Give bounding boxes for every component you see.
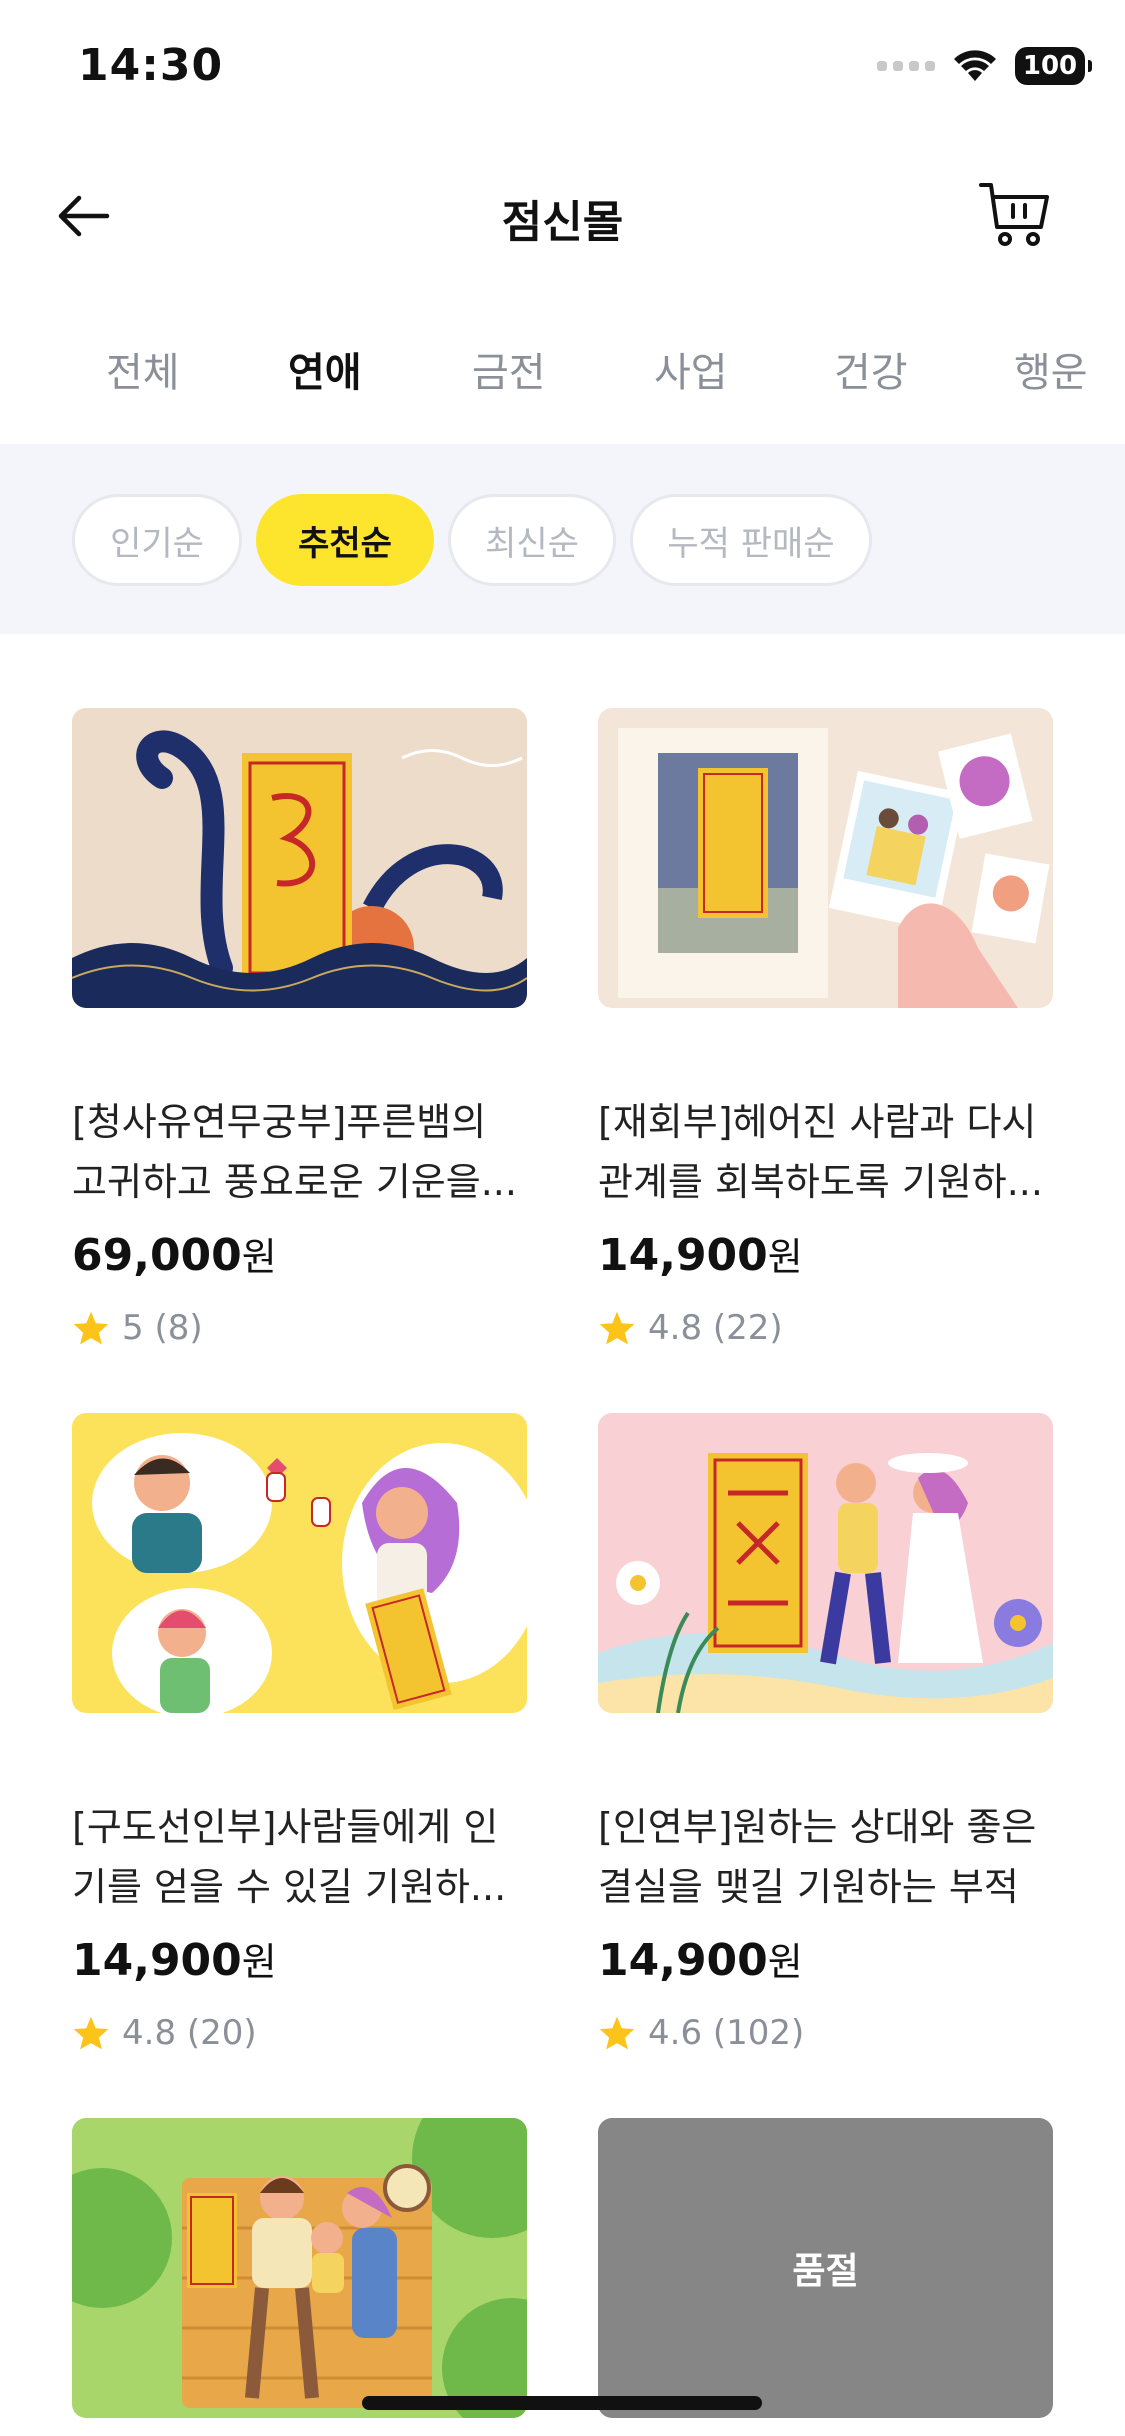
sort-popular-chip[interactable]: 인기순 (72, 494, 242, 586)
cart-button[interactable] (975, 174, 1055, 254)
product-card[interactable]: [청사유연무궁부]푸른뱀의 고귀하고 풍요로운 기운을... 69,000원 5… (72, 708, 527, 1368)
cellular-signal-icon (877, 61, 935, 71)
product-card-soldout[interactable]: 품절 (598, 2118, 1053, 2418)
product-price: 69,000원 (72, 1230, 277, 1281)
tab-money[interactable]: 금전 (472, 340, 546, 398)
product-image (598, 708, 1053, 1008)
product-image (72, 708, 527, 1008)
soldout-label: 품절 (598, 2118, 1053, 2418)
product-card[interactable]: [재회부]헤어진 사람과 다시 관계를 회복하도록 기원하... 14,900원… (598, 708, 1053, 1368)
star-icon (599, 1311, 635, 1345)
tab-all[interactable]: 전체 (106, 340, 180, 398)
star-icon (73, 1311, 109, 1345)
status-indicators: 100 (877, 44, 1092, 88)
tab-luck[interactable]: 행운 (1014, 340, 1088, 398)
sort-bar: 인기순 추천순 최신순 누적 판매순 (0, 444, 1125, 634)
status-bar: 14:30 100 (0, 0, 1125, 140)
product-title: [재회부]헤어진 사람과 다시 관계를 회복하도록 기원하... (598, 1100, 1043, 1204)
product-rating: 4.8 (22) (598, 1308, 783, 1348)
sort-recommended-chip[interactable]: 추천순 (256, 494, 434, 586)
product-rating: 4.6 (102) (598, 2013, 804, 2053)
product-image (72, 2118, 527, 2418)
tab-love[interactable]: 연애 (286, 340, 364, 398)
home-indicator (362, 2396, 762, 2410)
product-card[interactable]: [인연부]원하는 상대와 좋은 결실을 맺길 기원하는 부적 14,900원 4… (598, 1413, 1053, 2073)
product-image (598, 1413, 1053, 1713)
wifi-icon (954, 50, 996, 81)
sort-newest-chip[interactable]: 최신순 (448, 494, 616, 586)
cart-icon (979, 183, 1049, 246)
product-title: [구도선인부]사람들에게 인 기를 얻을 수 있길 기원하... (72, 1805, 507, 1909)
status-time: 14:30 (78, 40, 224, 91)
app-header: 점신몰 (0, 160, 1125, 270)
sort-sales-chip[interactable]: 누적 판매순 (630, 494, 872, 586)
product-card[interactable]: [구도선인부]사람들에게 인 기를 얻을 수 있길 기원하... 14,900원… (72, 1413, 527, 2073)
battery-icon: 100 (1015, 47, 1092, 85)
star-icon (73, 2016, 109, 2050)
star-icon (599, 2016, 635, 2050)
tab-health[interactable]: 건강 (834, 340, 908, 398)
product-price: 14,900원 (598, 1230, 803, 1281)
page-title: 점신몰 (501, 197, 624, 248)
product-image (72, 1413, 527, 1713)
product-price: 14,900원 (72, 1935, 277, 1986)
product-price: 14,900원 (598, 1935, 803, 1986)
product-title: [청사유연무궁부]푸른뱀의 고귀하고 풍요로운 기운을... (72, 1100, 517, 1204)
product-card[interactable] (72, 2118, 527, 2418)
tab-business[interactable]: 사업 (654, 340, 728, 398)
product-title: [인연부]원하는 상대와 좋은 결실을 맺길 기원하는 부적 (598, 1805, 1037, 1909)
category-tabs: 전체 연애 금전 사업 건강 행운 (0, 330, 1125, 410)
product-rating: 4.8 (20) (72, 2013, 257, 2053)
product-rating: 5 (8) (72, 1308, 203, 1348)
